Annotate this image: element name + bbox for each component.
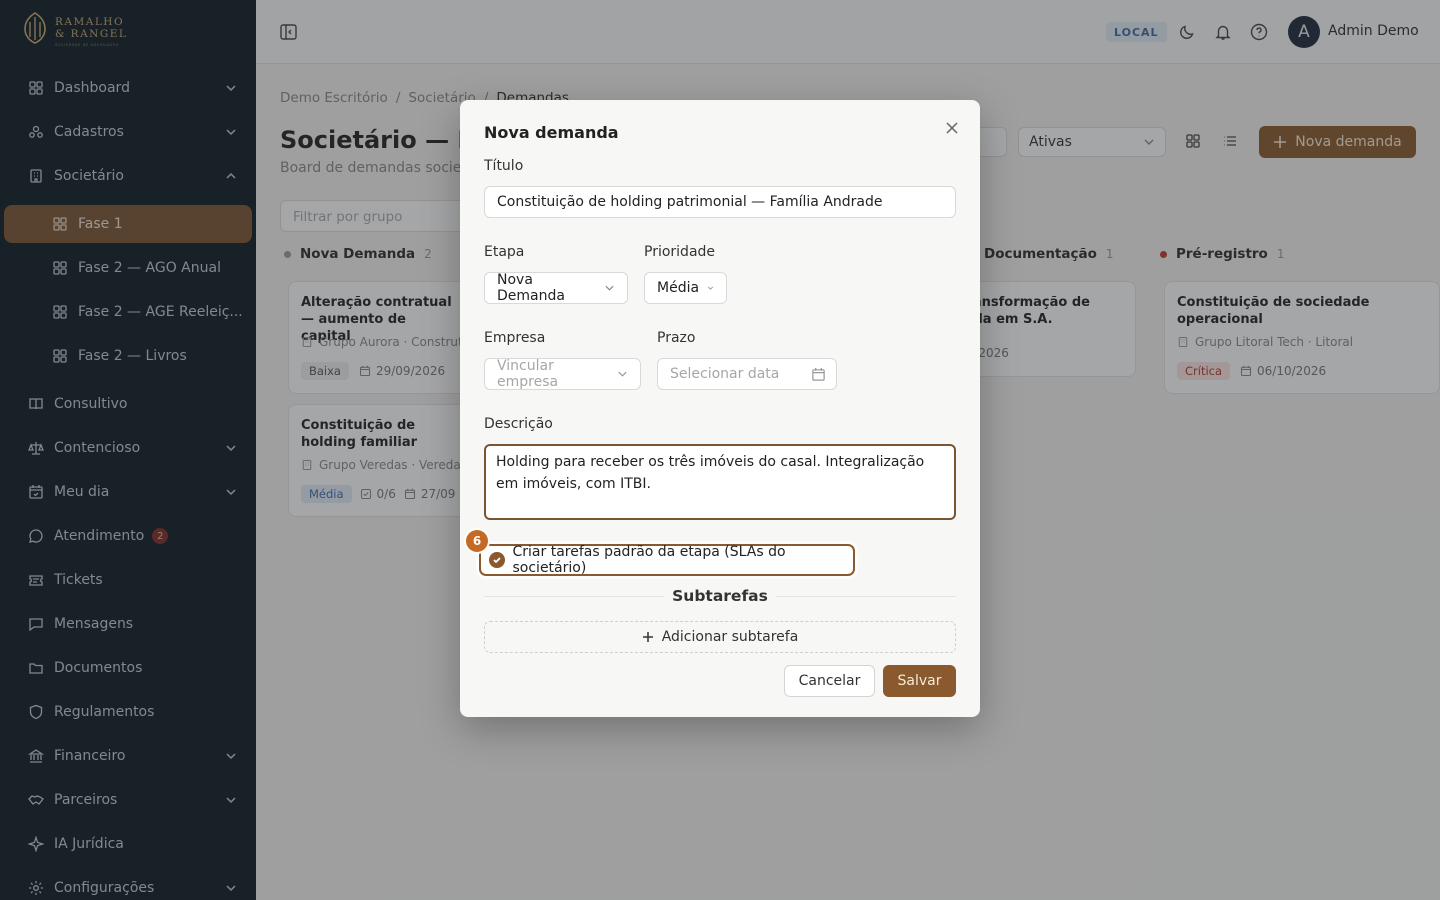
priority-select[interactable]: Média	[644, 272, 727, 304]
company-label: Empresa	[484, 330, 546, 346]
save-button[interactable]: Salvar	[883, 665, 956, 697]
chevron-down-icon	[618, 371, 627, 377]
add-subtask-button[interactable]: Adicionar subtarefa	[484, 621, 956, 653]
dialog-title: Nova demanda	[484, 123, 619, 142]
title-label: Título	[484, 158, 524, 174]
step-number-badge: 6	[466, 530, 488, 552]
company-select[interactable]: Vincular empresa	[484, 358, 641, 390]
chevron-down-icon	[605, 285, 614, 291]
stage-label: Etapa	[484, 244, 525, 260]
new-demand-dialog: Nova demanda Título Constituição de hold…	[460, 100, 980, 717]
default-tasks-checkbox[interactable]: Criar tarefas padrão da etapa (SLAs do s…	[479, 544, 855, 576]
calendar-icon	[812, 367, 825, 381]
description-textarea[interactable]: Holding para receber os três imóveis do …	[484, 444, 956, 520]
cancel-button[interactable]: Cancelar	[784, 665, 875, 697]
close-icon[interactable]	[944, 120, 960, 136]
subtasks-heading: Subtarefas	[460, 587, 980, 605]
stage-value: Nova Demanda	[497, 272, 565, 304]
stage-select[interactable]: Nova Demanda	[484, 272, 628, 304]
subtasks-heading-label: Subtarefas	[664, 587, 776, 605]
plus-icon	[642, 632, 653, 642]
deadline-placeholder: Selecionar data	[670, 366, 780, 382]
default-tasks-label: Criar tarefas padrão da etapa (SLAs do s…	[512, 544, 786, 576]
priority-value: Média	[657, 280, 700, 296]
chevron-down-icon	[707, 286, 714, 290]
title-input[interactable]: Constituição de holding patrimonial — Fa…	[484, 186, 956, 218]
deadline-label: Prazo	[657, 330, 696, 346]
add-subtask-label: Adicionar subtarefa	[661, 629, 799, 645]
company-placeholder: Vincular empresa	[497, 358, 559, 390]
description-label: Descrição	[484, 416, 553, 432]
checkbox-checked-icon	[489, 552, 505, 568]
priority-label: Prioridade	[644, 244, 716, 260]
deadline-date-picker[interactable]: Selecionar data	[657, 358, 837, 390]
